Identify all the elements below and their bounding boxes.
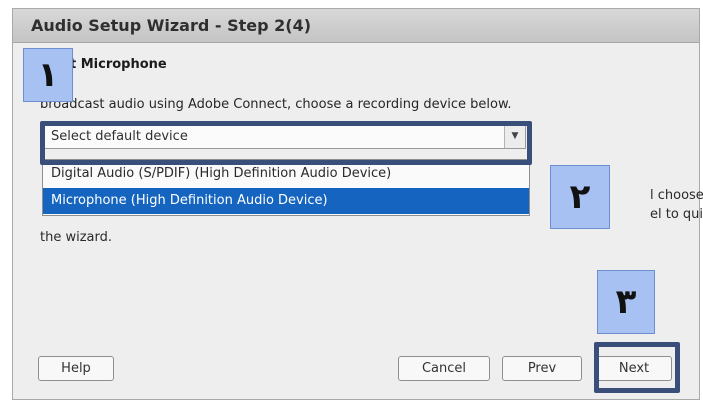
instruction-text: broadcast audio using Adobe Connect, cho… [40, 97, 512, 112]
device-option-microphone[interactable]: Microphone (High Definition Audio Device… [43, 188, 529, 214]
prev-button[interactable]: Prev [502, 356, 582, 381]
next-highlight-box [594, 342, 680, 393]
dialog-title: Audio Setup Wizard - Step 2(4) [31, 16, 312, 35]
step-marker-2: ٢ [550, 165, 610, 229]
body-text-line: l choose [650, 188, 703, 203]
step-marker-3: ٣ [597, 270, 655, 334]
section-heading: t Microphone [70, 57, 167, 72]
body-text-line: el to quit [650, 207, 703, 222]
title-bar[interactable]: Audio Setup Wizard - Step 2(4) [13, 9, 699, 43]
step-marker-1: ١ [23, 48, 73, 102]
body-text-line: the wizard. [40, 230, 113, 245]
help-button[interactable]: Help [38, 356, 114, 381]
select-highlight-box [40, 121, 532, 165]
cancel-button[interactable]: Cancel [398, 356, 490, 381]
device-dropdown-list: Digital Audio (S/PDIF) (High Definition … [42, 159, 530, 216]
